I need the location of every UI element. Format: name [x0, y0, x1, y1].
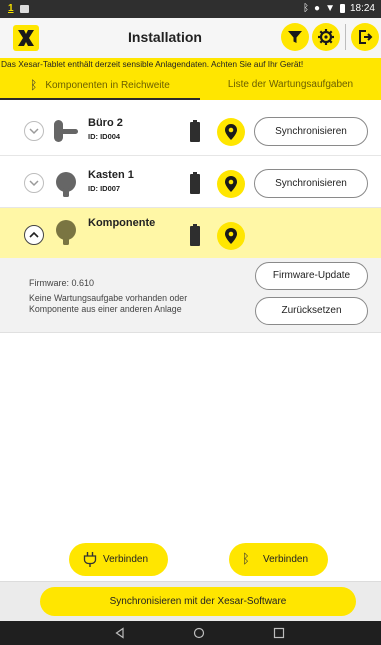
- collapse-button[interactable]: [24, 225, 44, 245]
- page-title: Installation: [128, 29, 202, 45]
- gear-icon: [318, 29, 334, 45]
- component-details-panel: Firmware: 0.610 Keine Wartungsaufgabe vo…: [0, 258, 381, 333]
- sync-with-xesar-software-button[interactable]: Synchronisieren mit der Xesar-Software: [40, 587, 356, 616]
- sync-button[interactable]: Synchronisieren: [254, 117, 368, 146]
- expand-button[interactable]: [24, 173, 44, 193]
- battery-status-icon: [339, 4, 345, 13]
- component-id: ID: ID007: [88, 184, 121, 193]
- component-row-selected[interactable]: Komponente: [0, 208, 381, 258]
- connect-bluetooth-label: Verbinden: [263, 554, 309, 565]
- battery-icon: [190, 120, 200, 142]
- dnd-status-icon: ●: [314, 3, 321, 14]
- component-row[interactable]: Büro 2 ID: ID004 Synchronisieren: [0, 104, 381, 156]
- component-name: Büro 2: [88, 117, 123, 129]
- maintenance-message: Keine Wartungsaufgabe vorhanden oder Kom…: [29, 293, 188, 314]
- appbar-divider: [345, 24, 346, 50]
- firmware-update-button[interactable]: Firmware-Update: [255, 262, 368, 290]
- component-name: Kasten 1: [88, 169, 134, 181]
- system-navigation-bar: [0, 621, 381, 645]
- location-pin-icon: [225, 124, 237, 140]
- logout-button[interactable]: [351, 23, 379, 51]
- app-bar: Installation: [0, 18, 381, 58]
- recents-icon[interactable]: [273, 627, 285, 639]
- sync-button[interactable]: Synchronisieren: [254, 169, 368, 198]
- locate-button[interactable]: [217, 222, 245, 250]
- tab-label: Liste der Wartungsaufgaben: [227, 79, 354, 90]
- bluetooth-icon: ᛒ: [242, 551, 250, 566]
- clock: 18:24: [349, 3, 375, 14]
- chevron-down-icon: [29, 128, 39, 135]
- connect-usb-label: Verbinden: [103, 554, 149, 565]
- padlock-cylinder-icon: [56, 172, 76, 197]
- tab-maintenance-tasks[interactable]: Liste der Wartungsaufgaben: [200, 70, 381, 100]
- settings-button[interactable]: [312, 23, 340, 51]
- locate-button[interactable]: [217, 118, 245, 146]
- xesar-logo-icon: [13, 25, 39, 51]
- expand-button[interactable]: [24, 121, 44, 141]
- location-pin-icon: [225, 228, 237, 244]
- component-row[interactable]: Kasten 1 ID: ID007 Synchronisieren: [0, 156, 381, 208]
- connect-bluetooth-button[interactable]: ᛒ Verbinden: [229, 543, 328, 576]
- footer-bar: Synchronisieren mit der Xesar-Software: [0, 581, 381, 621]
- chevron-up-icon: [29, 231, 39, 238]
- filter-button[interactable]: [281, 23, 309, 51]
- logout-icon: [359, 30, 373, 44]
- wifi-status-icon: ▼: [325, 3, 335, 14]
- tab-bar: ᛒ Komponenten in Reichweite Liste der War…: [0, 70, 381, 100]
- battery-icon: [190, 224, 200, 246]
- notification-icon: 1: [8, 3, 14, 14]
- tab-label: Komponenten in Reichweite: [45, 80, 170, 91]
- door-handle-icon: [54, 120, 78, 142]
- reset-button[interactable]: Zurücksetzen: [255, 297, 368, 325]
- battery-icon: [190, 172, 200, 194]
- bluetooth-status-icon: ᛒ: [303, 3, 310, 14]
- tab-components-in-range[interactable]: ᛒ Komponenten in Reichweite: [0, 70, 200, 100]
- bluetooth-icon: ᛒ: [30, 78, 38, 92]
- filter-icon: [288, 31, 302, 43]
- home-icon[interactable]: [193, 627, 205, 639]
- locate-button[interactable]: [217, 170, 245, 198]
- image-notification-icon: [19, 4, 29, 13]
- security-warning-banner: Das Xesar-Tablet enthält derzeit sensibl…: [0, 58, 381, 70]
- component-id: ID: ID004: [88, 132, 121, 141]
- chevron-down-icon: [29, 180, 39, 187]
- location-pin-icon: [225, 176, 237, 192]
- status-bar: 1 ᛒ ● ▼ 18:24: [0, 0, 381, 18]
- firmware-version: Firmware: 0.610: [29, 278, 95, 288]
- active-tab-indicator: [0, 98, 200, 100]
- usb-plug-icon: [83, 552, 97, 567]
- back-icon[interactable]: [114, 627, 126, 639]
- connect-usb-button[interactable]: Verbinden: [69, 543, 168, 576]
- component-name: Komponente: [88, 217, 156, 229]
- padlock-cylinder-icon: [56, 220, 76, 245]
